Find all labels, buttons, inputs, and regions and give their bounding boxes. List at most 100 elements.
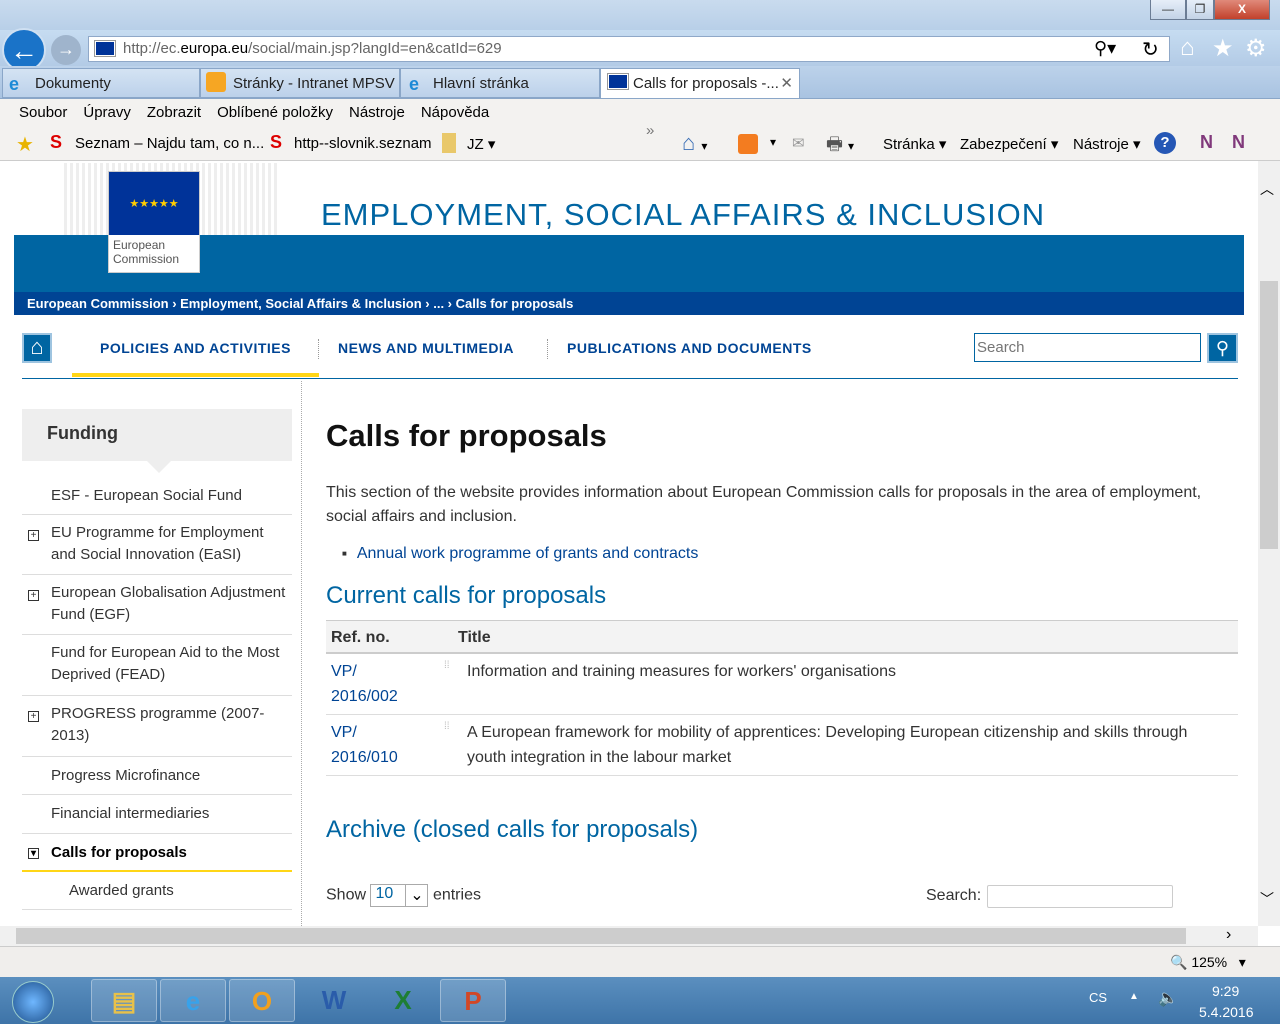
sidebar-item[interactable]: Awarded grants [22, 872, 292, 910]
taskbar-powerpoint[interactable]: P [440, 979, 506, 1022]
onenote-link-icon[interactable]: N [1232, 132, 1245, 153]
vertical-scrollbar[interactable]: ︿ ﹀ [1258, 161, 1280, 926]
expand-icon[interactable]: + [28, 530, 39, 541]
maximize-button[interactable]: ❐ [1186, 0, 1214, 20]
sidebar-item-label: PROGRESS programme (2007-2013) [51, 705, 265, 744]
taskbar-explorer[interactable]: ▤ [91, 979, 157, 1022]
search-button[interactable]: ⚲ [1207, 333, 1238, 363]
h-scroll-thumb[interactable] [16, 928, 1186, 944]
close-window-button[interactable]: X [1214, 0, 1270, 20]
menu-upravy[interactable]: Úpravy [83, 104, 131, 121]
ref-link[interactable]: VP/ 2016/002 [331, 659, 411, 709]
favorites-star-icon[interactable]: ★ [1212, 34, 1234, 63]
nav-publications[interactable]: PUBLICATIONS AND DOCUMENTS [567, 340, 812, 356]
taskbar-word[interactable]: W [301, 979, 367, 1022]
sidebar-item-label: Calls for proposals [51, 844, 187, 861]
sidebar-item[interactable]: Financial intermediaries [22, 795, 292, 834]
expand-icon[interactable]: + [28, 711, 39, 722]
favorite-jz[interactable]: JZ ▾ [467, 135, 495, 153]
refresh-icon[interactable]: ↻ [1142, 37, 1159, 62]
tab-dokumenty[interactable]: Dokumenty [2, 68, 200, 98]
collapse-icon[interactable]: ▾ [28, 848, 39, 859]
tray-expand-icon[interactable]: ▲ [1129, 991, 1139, 1002]
forward-button[interactable]: → [51, 35, 81, 65]
search-icon[interactable]: ⚲▾ [1094, 38, 1116, 59]
tab-calls-for-proposals[interactable]: Calls for proposals -... ✕ [600, 68, 800, 98]
entries-value: 10 [375, 885, 394, 902]
taskbar-outlook[interactable]: O [229, 979, 295, 1022]
nav-policies[interactable]: POLICIES AND ACTIVITIES [72, 340, 319, 377]
seznam-icon: S [270, 132, 283, 152]
zoom-level: 125% [1191, 954, 1228, 970]
url-path: /social/main.jsp?langId=en&catId=629 [248, 40, 502, 57]
home-icon[interactable]: ⌂ [1180, 34, 1195, 62]
clock-time[interactable]: 9:29 [1212, 983, 1239, 999]
col-title[interactable]: Title [458, 629, 491, 647]
scroll-up-icon[interactable]: ︿ [1260, 179, 1274, 199]
menu-soubor[interactable]: Soubor [19, 104, 67, 121]
start-button[interactable] [12, 981, 54, 1023]
sidebar-item[interactable]: Fund for European Aid to the Most Depriv… [22, 635, 292, 696]
mail-icon[interactable]: ✉ [792, 134, 805, 152]
onenote-icon[interactable]: N [1200, 132, 1213, 153]
menu-zabezpeceni[interactable]: Zabezpečení ▾ [960, 135, 1058, 153]
language-indicator[interactable]: CS [1089, 990, 1107, 1005]
sidebar-item[interactable]: Progress Microfinance [22, 757, 292, 795]
sidebar-item[interactable]: ESF - European Social Fund [22, 477, 292, 515]
menu-nastroje-cmd[interactable]: Nástroje ▾ [1073, 135, 1141, 153]
breadcrumb-empl[interactable]: Employment, Social Affairs & Inclusion [180, 296, 422, 311]
sidebar-heading-text: Funding [47, 423, 118, 443]
minimize-button[interactable]: — [1150, 0, 1186, 20]
menu-nastroje[interactable]: Nástroje [349, 104, 405, 121]
sidebar-item[interactable]: + PROGRESS programme (2007-2013) [22, 696, 292, 757]
nav-divider [547, 339, 548, 359]
horizontal-scrollbar[interactable]: ‹ › [0, 926, 1258, 946]
nav-news[interactable]: NEWS AND MULTIMEDIA [338, 340, 514, 356]
menu-oblibene[interactable]: Oblíbené položky [217, 104, 333, 121]
close-tab-icon[interactable]: ✕ [780, 74, 793, 92]
menu-stranka[interactable]: Stránka ▾ [883, 135, 946, 153]
sidebar-item-label: ESF - European Social Fund [51, 487, 242, 504]
site-search-input[interactable] [974, 333, 1201, 362]
menu-napoveda[interactable]: Nápověda [421, 104, 489, 121]
chevron-more-icon[interactable]: » [646, 122, 654, 139]
menu-zobrazit[interactable]: Zobrazit [147, 104, 201, 121]
col-ref[interactable]: Ref. no. [331, 629, 390, 647]
ref-link[interactable]: VP/ 2016/010 [331, 720, 411, 770]
sidebar-item[interactable]: + EU Programme for Employment and Social … [22, 515, 292, 575]
annual-programme-link[interactable]: Annual work programme of grants and cont… [357, 545, 699, 562]
entries-select[interactable]: 10 ⌄ [370, 884, 429, 907]
favorites-star-icon[interactable]: ★ [16, 132, 34, 157]
call-title: Information and training measures for wo… [467, 663, 897, 680]
folder-icon [442, 133, 456, 153]
print-icon[interactable]: 🖶 ▾ [826, 132, 854, 162]
taskbar-ie[interactable]: e [160, 979, 226, 1022]
sidebar-item[interactable]: ▾ Calls for proposals [22, 834, 292, 872]
command-label: Stránka [883, 136, 935, 153]
zoom-control[interactable]: 🔍 125% ▾ [1170, 954, 1246, 971]
sidebar-item[interactable]: + European Globalisation Adjustment Fund … [22, 575, 292, 635]
scroll-down-icon[interactable]: ﹀ [1260, 889, 1274, 909]
tab-intranet[interactable]: Stránky - Intranet MPSV [200, 68, 400, 98]
breadcrumb-ec[interactable]: European Commission [27, 296, 169, 311]
help-icon[interactable]: ? [1154, 132, 1176, 154]
eu-favicon [607, 73, 629, 90]
taskbar-excel[interactable]: X [370, 979, 436, 1022]
breadcrumb-ellipsis[interactable]: ... [433, 296, 444, 311]
address-input[interactable]: http://ec.europa.eu/social/main.jsp?lang… [88, 36, 1170, 62]
gear-icon[interactable]: ⚙ [1245, 34, 1267, 63]
favorite-slovnik[interactable]: http--slovnik.seznam [294, 135, 432, 152]
scroll-thumb[interactable] [1260, 281, 1278, 549]
rss-dropdown-icon[interactable]: ▾ [770, 135, 776, 149]
favorite-seznam[interactable]: Seznam – Najdu tam, co n... [75, 135, 264, 152]
home-icon[interactable]: ⌂ [22, 333, 52, 363]
tab-hlavni[interactable]: Hlavní stránka [400, 68, 600, 98]
table-search-input[interactable] [987, 885, 1173, 908]
expand-icon[interactable]: + [28, 590, 39, 601]
sidebar-item-label: Fund for European Aid to the Most Depriv… [51, 644, 280, 683]
volume-icon[interactable]: 🔈 [1158, 988, 1178, 1008]
scroll-right-icon[interactable]: › [1226, 926, 1231, 944]
clock-date[interactable]: 5.4.2016 [1199, 1004, 1254, 1020]
rss-icon[interactable] [738, 134, 758, 154]
home-icon[interactable]: ⌂ ▾ [682, 130, 707, 156]
